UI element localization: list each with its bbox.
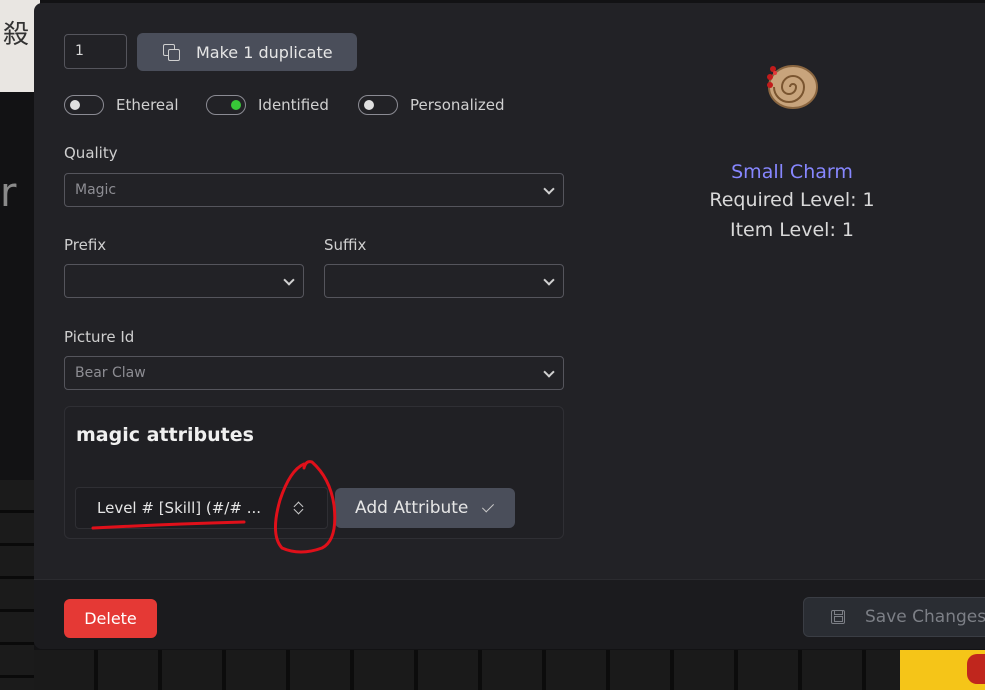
save-disk-icon bbox=[831, 610, 845, 624]
magic-attributes-title: magic attributes bbox=[76, 424, 254, 446]
copy-icon bbox=[163, 44, 180, 61]
save-changes-label: Save Changes bbox=[865, 607, 985, 627]
personalized-switch[interactable] bbox=[358, 95, 398, 115]
check-icon bbox=[481, 500, 495, 513]
chevron-down-icon bbox=[543, 366, 555, 378]
attribute-select[interactable]: Level # [Skill] (#/# ... bbox=[75, 487, 328, 529]
toggle-personalized[interactable]: Personalized bbox=[358, 94, 505, 116]
modal-footer: Delete Save Changes bbox=[34, 579, 985, 649]
identified-label: Identified bbox=[258, 96, 329, 114]
item-name: Small Charm bbox=[731, 161, 853, 183]
background-yellow-block bbox=[900, 650, 985, 690]
suffix-select[interactable] bbox=[324, 264, 564, 298]
magic-attributes-panel: magic attributes Level # [Skill] (#/# ..… bbox=[64, 406, 564, 539]
delete-button[interactable]: Delete bbox=[64, 599, 157, 638]
make-duplicate-button[interactable]: Make 1 duplicate bbox=[137, 33, 357, 71]
chevron-down-icon bbox=[543, 183, 555, 195]
identified-switch[interactable] bbox=[206, 95, 246, 115]
make-duplicate-label: Make 1 duplicate bbox=[196, 42, 333, 62]
prefix-select[interactable] bbox=[64, 264, 304, 298]
ethereal-switch[interactable] bbox=[64, 95, 104, 115]
background-floor bbox=[0, 480, 34, 690]
chevron-down-icon bbox=[283, 274, 295, 286]
background-bottom-strip bbox=[34, 650, 900, 690]
up-down-chevron-icon bbox=[293, 500, 303, 516]
duplicate-quantity-input[interactable]: 1 bbox=[64, 34, 127, 69]
small-charm-item-icon bbox=[767, 65, 818, 109]
item-level-text: Item Level: 1 bbox=[730, 219, 854, 241]
quality-label: Quality bbox=[64, 144, 118, 162]
picture-id-label: Picture Id bbox=[64, 328, 135, 346]
attribute-select-value: Level # [Skill] (#/# ... bbox=[97, 499, 261, 517]
add-attribute-button[interactable]: Add Attribute bbox=[335, 488, 515, 528]
ethereal-label: Ethereal bbox=[116, 96, 179, 114]
picture-id-select[interactable]: Bear Claw bbox=[64, 356, 564, 390]
personalized-label: Personalized bbox=[410, 96, 505, 114]
add-attribute-label: Add Attribute bbox=[355, 498, 469, 518]
picture-id-value: Bear Claw bbox=[75, 365, 146, 381]
save-changes-button[interactable]: Save Changes bbox=[803, 597, 985, 637]
item-editor-modal: 1 Make 1 duplicate Ethereal Identified P… bbox=[34, 3, 985, 649]
quality-select[interactable]: Magic bbox=[64, 173, 564, 207]
toggle-identified[interactable]: Identified bbox=[206, 94, 329, 116]
prefix-label: Prefix bbox=[64, 236, 107, 254]
modal-body: 1 Make 1 duplicate Ethereal Identified P… bbox=[34, 3, 985, 579]
suffix-label: Suffix bbox=[324, 236, 367, 254]
quality-value: Magic bbox=[75, 182, 117, 198]
background-cjk-text: 殺 bbox=[3, 20, 30, 50]
chevron-down-icon bbox=[543, 274, 555, 286]
required-level-text: Required Level: 1 bbox=[709, 189, 875, 211]
toggle-ethereal[interactable]: Ethereal bbox=[64, 94, 179, 116]
